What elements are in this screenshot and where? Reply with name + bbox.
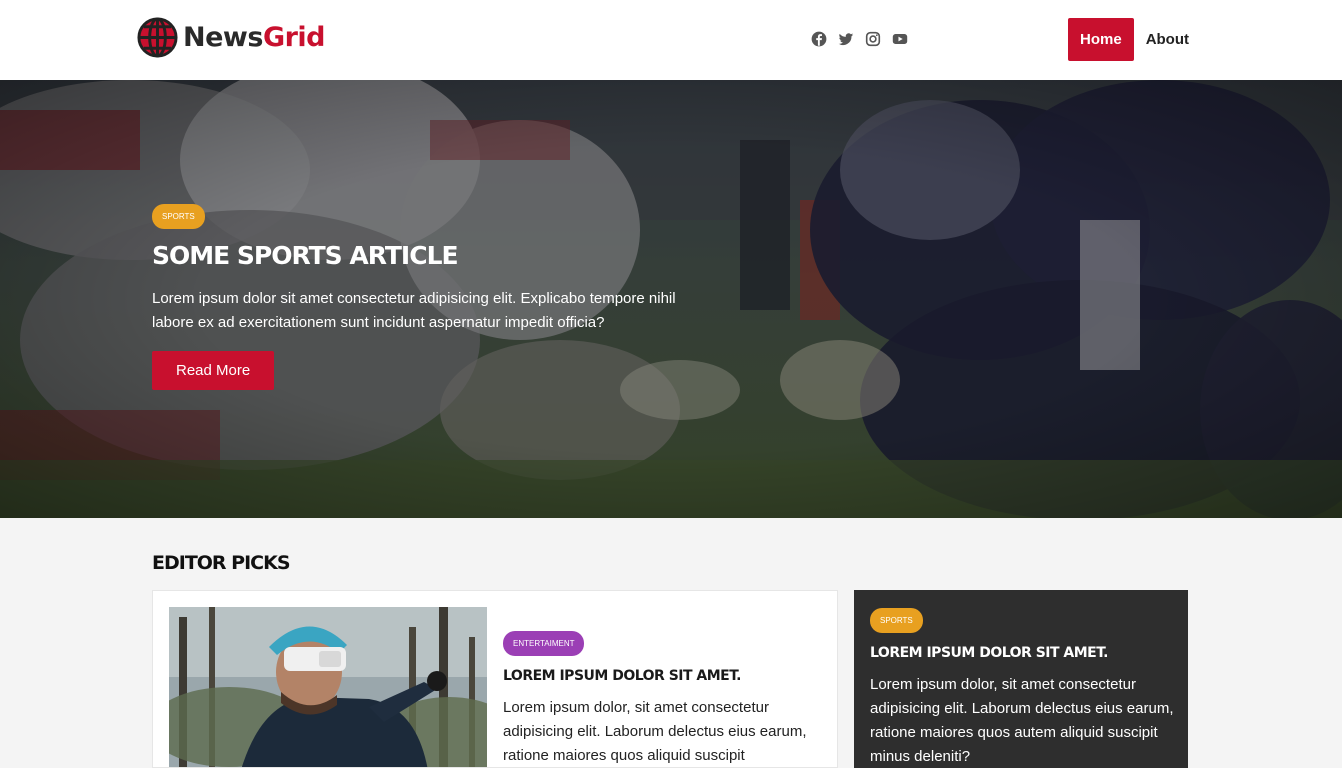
- logo-text-grid: Grid: [262, 21, 326, 53]
- nav-home-link[interactable]: Home: [1068, 18, 1134, 61]
- card-title[interactable]: Lorem ipsum dolor sit amet.: [870, 643, 1175, 663]
- facebook-icon[interactable]: [810, 30, 828, 48]
- card-title[interactable]: Lorem ipsum dolor sit amet.: [503, 666, 823, 686]
- main-nav: Home About: [1068, 18, 1189, 61]
- site-logo[interactable]: NewsGrid: [136, 15, 326, 59]
- hero-title[interactable]: Some Sports Article: [152, 241, 692, 271]
- card-body: ENTERTAIMENT Lorem ipsum dolor sit amet.…: [503, 631, 823, 767]
- editor-picks-heading: Editor Picks: [152, 552, 291, 574]
- instagram-icon[interactable]: [864, 30, 882, 48]
- card-body: SPORTS Lorem ipsum dolor sit amet. Lorem…: [870, 608, 1175, 768]
- social-links: [810, 30, 909, 48]
- hero-content: SPORTS Some Sports Article Lorem ipsum d…: [152, 204, 692, 390]
- youtube-icon[interactable]: [891, 30, 909, 48]
- globe-logo-icon: [137, 16, 178, 58]
- read-more-button[interactable]: Read More: [152, 351, 275, 390]
- nav-about-link[interactable]: About: [1146, 18, 1189, 61]
- editor-pick-card-dark[interactable]: SPORTS Lorem ipsum dolor sit amet. Lorem…: [854, 590, 1188, 768]
- logo-text-news: News: [183, 21, 263, 53]
- hero-excerpt: Lorem ipsum dolor sit amet consectetur a…: [152, 290, 676, 331]
- editor-pick-card[interactable]: ENTERTAIMENT Lorem ipsum dolor sit amet.…: [152, 590, 838, 768]
- logo-text: NewsGrid: [183, 21, 326, 53]
- twitter-icon[interactable]: [837, 30, 855, 48]
- vr-player-image: [169, 607, 487, 767]
- card-excerpt: Lorem ipsum dolor, sit amet consectetur …: [503, 699, 807, 764]
- site-header: NewsGrid Home About: [0, 0, 1342, 80]
- card-category-badge[interactable]: ENTERTAIMENT: [503, 631, 585, 656]
- hero-banner: SPORTS Some Sports Article Lorem ipsum d…: [0, 80, 1342, 518]
- card-image[interactable]: [169, 607, 487, 767]
- card-excerpt: Lorem ipsum dolor, sit amet consectetur …: [870, 676, 1174, 765]
- card-category-badge[interactable]: SPORTS: [870, 608, 923, 633]
- hero-category-badge[interactable]: SPORTS: [152, 204, 205, 229]
